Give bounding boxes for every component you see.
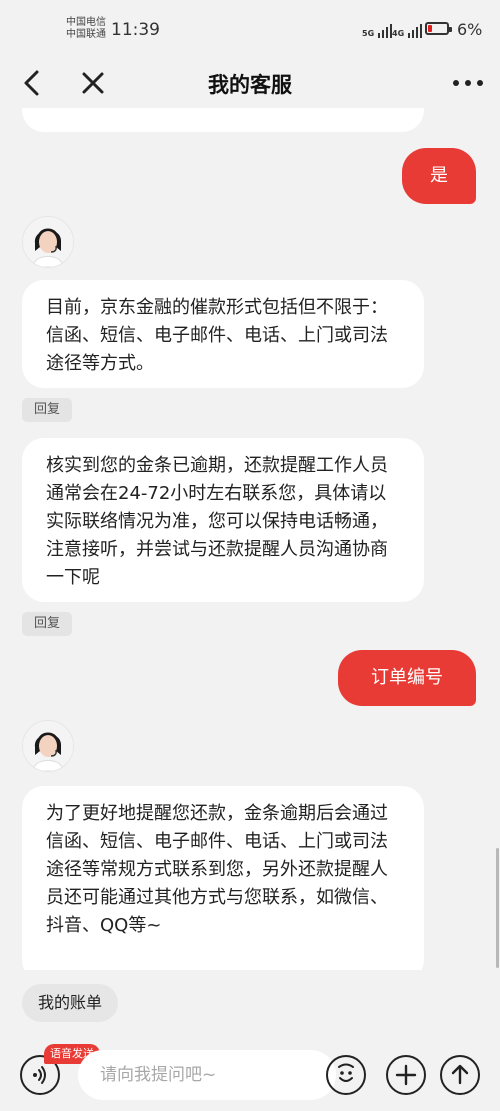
chat-bubble-agent: 为了更好地提醒您还款，金条逾期后会通过信函、短信、电子邮件、电话、上门或司法途径… [22, 786, 424, 970]
chat-bubble-previous [22, 108, 424, 132]
battery-percent: 6% [457, 20, 483, 39]
chat-area[interactable]: 是 目前，京东金融的催款形式包括但不限于：信函、短信、电子邮件、电话、上门或司法… [0, 108, 500, 970]
user-message: 订单编号 [338, 650, 476, 706]
emoji-icon[interactable] [326, 1055, 366, 1095]
battery-level-fill [428, 25, 432, 32]
quick-reply-bar: 我的账单 [0, 970, 500, 1036]
battery-icon [425, 22, 452, 35]
agent-avatar [22, 216, 74, 268]
signal-4g-icon: 4G [392, 18, 423, 38]
carrier-1: 中国电信 [66, 17, 106, 28]
arrow-up-icon[interactable] [440, 1055, 480, 1095]
plus-icon[interactable] [386, 1055, 426, 1095]
header: 我的客服 [0, 58, 500, 108]
scrollbar[interactable] [496, 848, 499, 968]
agent-avatar [22, 720, 74, 772]
question-input[interactable] [78, 1050, 336, 1100]
quick-reply-my-bill[interactable]: 我的账单 [22, 984, 119, 1022]
signal-5g-icon: 5G [362, 18, 393, 38]
input-bar: 语音发送 [0, 1036, 500, 1111]
user-message: 是 [402, 148, 476, 204]
reply-button[interactable]: 回复 [22, 612, 73, 636]
more-dots-icon[interactable] [448, 66, 488, 100]
reply-button[interactable]: 回复 [22, 398, 73, 422]
carrier-2: 中国联通 [66, 29, 106, 40]
status-bar: 中国电信 中国联通 11:39 5G 4G 6% [0, 0, 500, 58]
chat-bubble-agent: 核实到您的金条已逾期，还款提醒工作人员通常会在24-72小时左右联系您，具体请以… [22, 438, 424, 602]
page-title: 我的客服 [208, 73, 292, 97]
chat-bubble-agent: 目前，京东金融的催款形式包括但不限于：信函、短信、电子邮件、电话、上门或司法途径… [22, 280, 424, 388]
carrier-labels: 中国电信 中国联通 [66, 17, 106, 41]
clock: 11:39 [111, 20, 160, 40]
